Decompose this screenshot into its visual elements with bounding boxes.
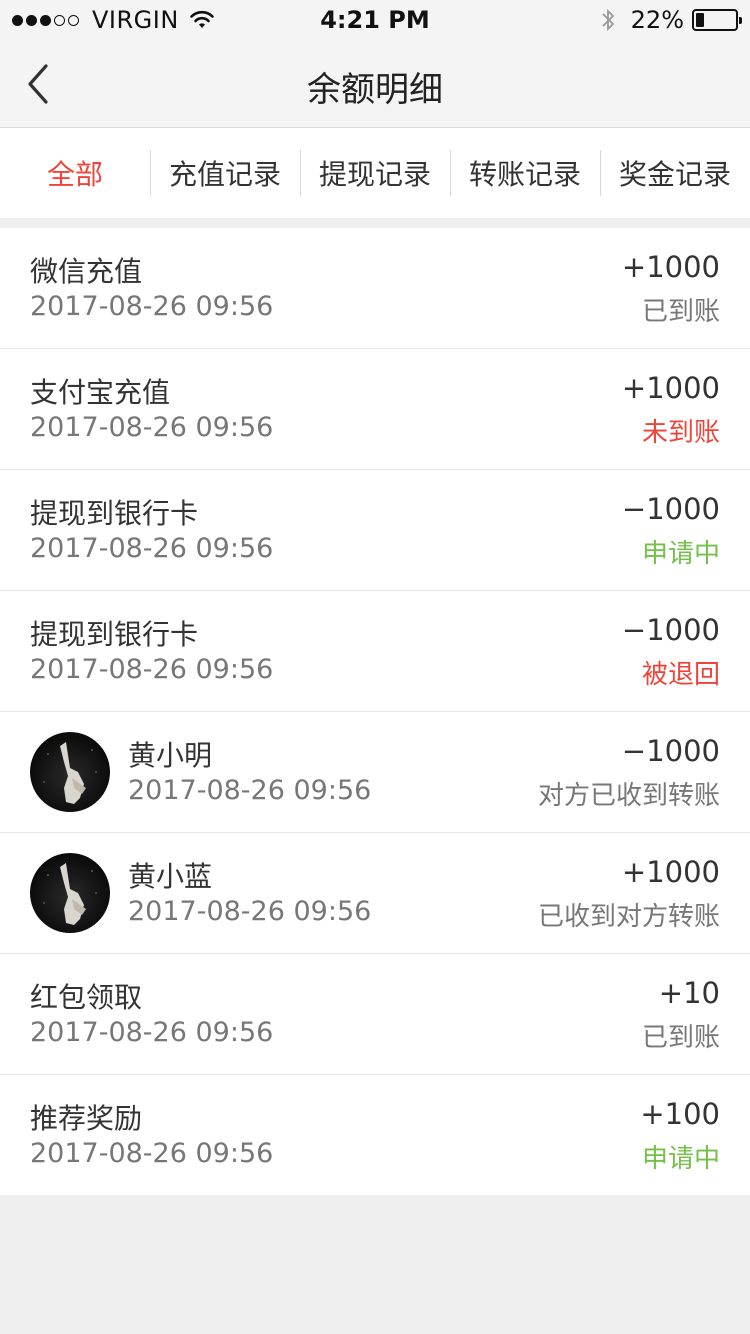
battery-percent: 22%: [630, 6, 684, 34]
record-date: 2017-08-26 09:56: [128, 896, 372, 927]
status-right: 22%: [601, 6, 742, 34]
page-title: 余额明细: [307, 70, 443, 110]
record-amount: +1000: [621, 855, 720, 889]
record-row[interactable]: 微信充值 2017-08-26 09:56 +1000 已到账: [0, 228, 750, 349]
record-title: 红包领取: [30, 981, 143, 1014]
record-amount: +10: [658, 976, 720, 1010]
record-title: 推荐奖励: [30, 1102, 143, 1135]
record-date: 2017-08-26 09:56: [128, 775, 372, 806]
status-bar: VIRGIN 4:21 PM 22%: [0, 0, 750, 40]
record-row[interactable]: 提现到银行卡 2017-08-26 09:56 −1000 申请中: [0, 470, 750, 591]
record-amount: +1000: [621, 371, 720, 405]
record-date: 2017-08-26 09:56: [30, 533, 274, 564]
record-status: 已收到对方转账: [537, 902, 720, 932]
record-amount: −1000: [621, 492, 720, 526]
record-amount: −1000: [621, 613, 720, 647]
record-amount: +100: [640, 1097, 720, 1131]
record-row[interactable]: 黄小蓝 2017-08-26 09:56 +1000 已收到对方转账: [0, 833, 750, 954]
record-row[interactable]: 提现到银行卡 2017-08-26 09:56 −1000 被退回: [0, 591, 750, 712]
record-title: 支付宝充值: [30, 376, 171, 409]
record-date: 2017-08-26 09:56: [30, 412, 274, 443]
record-amount: +1000: [621, 250, 720, 284]
filter-tabs: 全部 充值记录 提现记录 转账记录 奖金记录: [0, 128, 750, 218]
tab-1[interactable]: 充值记录: [150, 128, 300, 218]
record-date: 2017-08-26 09:56: [30, 291, 274, 322]
record-status: 已到账: [641, 297, 720, 327]
record-row[interactable]: 支付宝充值 2017-08-26 09:56 +1000 未到账: [0, 349, 750, 470]
tab-4[interactable]: 奖金记录: [600, 128, 750, 218]
record-row[interactable]: 黄小明 2017-08-26 09:56 −1000 对方已收到转账: [0, 712, 750, 833]
balance-detail-screen: VIRGIN 4:21 PM 22% 余额明细 全部 充值记录 提现记录 转账记…: [0, 0, 750, 1334]
navigation-bar: 余额明细: [0, 40, 750, 128]
record-title: 提现到银行卡: [30, 497, 199, 530]
record-status: 已到账: [641, 1023, 720, 1053]
tab-2[interactable]: 提现记录: [300, 128, 450, 218]
record-amount: −1000: [621, 734, 720, 768]
tab-3[interactable]: 转账记录: [450, 128, 600, 218]
record-row[interactable]: 推荐奖励 2017-08-26 09:56 +100 申请中: [0, 1075, 750, 1195]
tab-0[interactable]: 全部: [0, 128, 150, 218]
record-date: 2017-08-26 09:56: [30, 1017, 274, 1048]
record-status: 对方已收到转账: [537, 781, 720, 811]
battery-icon: [692, 9, 742, 31]
avatar: [30, 853, 110, 933]
record-title: 微信充值: [30, 255, 143, 288]
record-date: 2017-08-26 09:56: [30, 654, 274, 685]
record-status: 申请中: [641, 1144, 720, 1174]
record-date: 2017-08-26 09:56: [30, 1138, 274, 1169]
record-status: 未到账: [641, 418, 720, 448]
record-title: 黄小明: [128, 739, 213, 772]
battery-fill: [696, 13, 704, 27]
bluetooth-icon: [602, 8, 614, 32]
record-status: 申请中: [641, 539, 720, 569]
avatar: [30, 732, 110, 812]
record-status: 被退回: [641, 660, 720, 690]
record-list: 微信充值 2017-08-26 09:56 +1000 已到账 支付宝充值 2017-08…: [0, 228, 750, 1195]
record-row[interactable]: 红包领取 2017-08-26 09:56 +10 已到账: [0, 954, 750, 1075]
record-title: 提现到银行卡: [30, 618, 199, 651]
record-title: 黄小蓝: [128, 860, 213, 893]
